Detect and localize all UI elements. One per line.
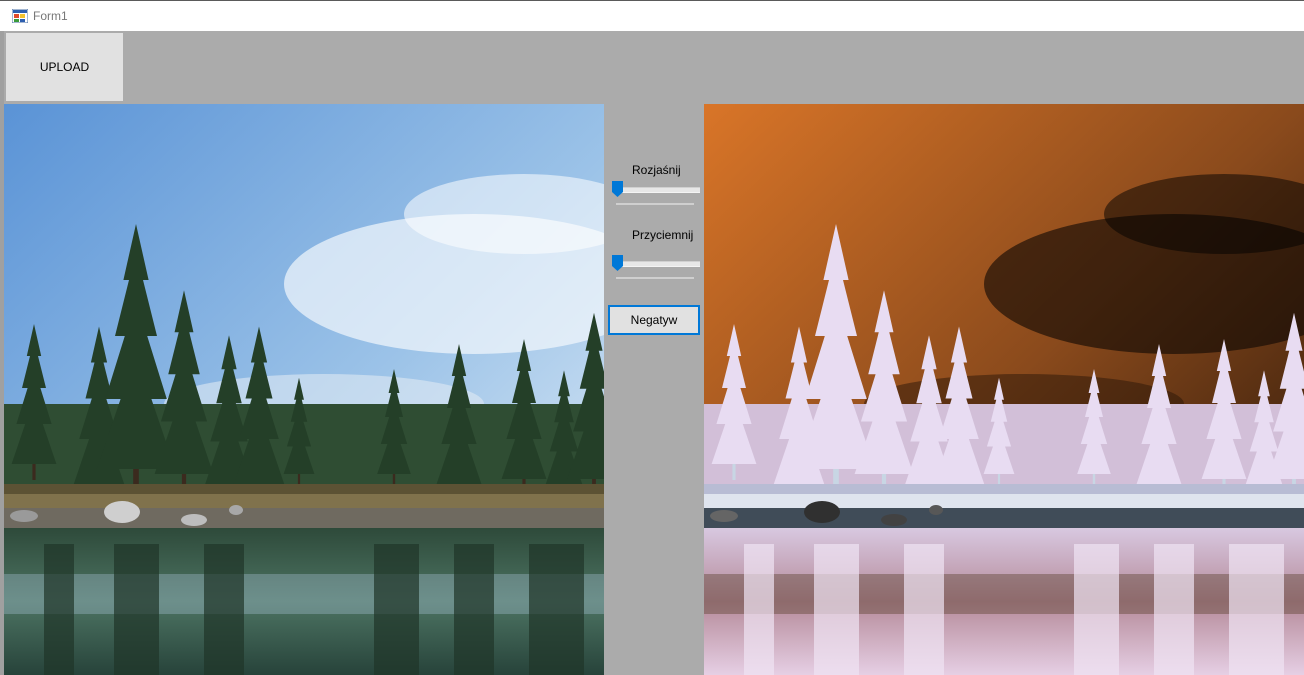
negative-photo	[704, 104, 1304, 675]
upload-button[interactable]: UPLOAD	[6, 33, 123, 101]
darken-slider-ticks	[616, 277, 694, 279]
original-image	[4, 104, 604, 675]
darken-slider[interactable]	[610, 255, 702, 285]
darken-slider-thumb[interactable]	[612, 255, 623, 271]
brighten-slider[interactable]	[610, 181, 702, 211]
landscape-photo	[4, 104, 604, 675]
darken-slider-track	[616, 261, 700, 267]
title-bar: Form1	[0, 0, 1304, 31]
brighten-label: Rozjaśnij	[632, 163, 681, 177]
brighten-slider-track	[616, 187, 700, 193]
darken-label: Przyciemnij	[632, 228, 694, 242]
app-icon	[12, 9, 28, 23]
brighten-slider-thumb[interactable]	[612, 181, 623, 197]
window-title: Form1	[33, 9, 68, 23]
processed-image	[704, 104, 1304, 675]
brighten-slider-ticks	[616, 203, 694, 205]
negative-button[interactable]: Negatyw	[608, 305, 700, 335]
